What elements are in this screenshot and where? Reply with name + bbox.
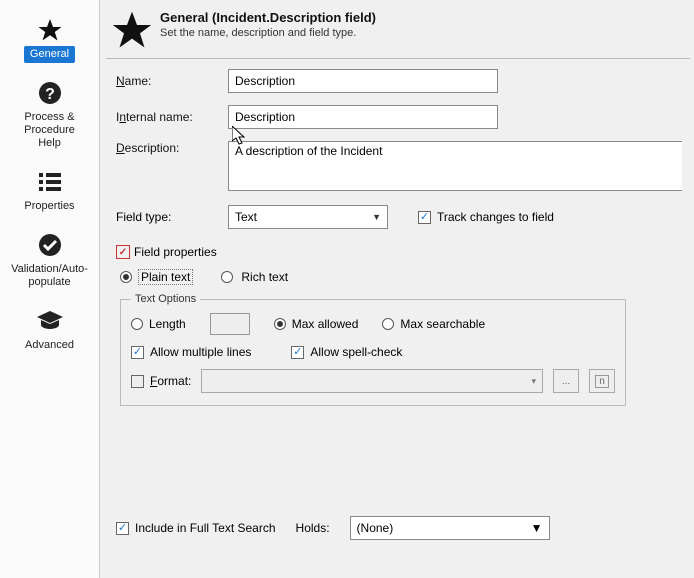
format-n-button[interactable]: n bbox=[589, 369, 615, 393]
field-properties-header: ✓ Field properties bbox=[116, 245, 686, 259]
separator bbox=[106, 58, 690, 59]
page-title: General (Incident.Description field) bbox=[160, 10, 376, 25]
header: General (Incident.Description field) Set… bbox=[100, 0, 694, 58]
name-input[interactable] bbox=[228, 69, 498, 93]
internal-name-label: Internal name: bbox=[116, 110, 228, 124]
format-select: ▾ bbox=[201, 369, 543, 393]
graduation-cap-icon bbox=[36, 307, 64, 335]
chevron-down-icon: ▼ bbox=[372, 212, 381, 222]
star-icon bbox=[112, 10, 152, 50]
field-type-label: Field type: bbox=[116, 210, 228, 224]
name-label: Name: bbox=[116, 74, 228, 88]
sidebar-item-label: Advanced bbox=[19, 337, 80, 354]
question-circle-icon: ? bbox=[36, 79, 64, 107]
check-circle-icon bbox=[36, 231, 64, 259]
holds-value: (None) bbox=[357, 521, 394, 535]
text-options-legend: Text Options bbox=[131, 293, 200, 305]
length-radio[interactable]: Length bbox=[131, 317, 186, 331]
sidebar-item-process-help[interactable]: ? Process & Procedure Help bbox=[5, 75, 95, 156]
main-panel: General (Incident.Description field) Set… bbox=[100, 0, 694, 578]
sidebar-item-general[interactable]: General bbox=[5, 12, 95, 67]
chevron-down-icon: ▾ bbox=[531, 376, 536, 387]
length-input bbox=[210, 313, 250, 335]
plain-text-radio[interactable]: Plain text bbox=[120, 269, 193, 285]
allow-spell-check-checkbox[interactable]: Allow spell-check bbox=[291, 345, 402, 359]
sidebar-item-properties[interactable]: Properties bbox=[5, 164, 95, 219]
chevron-down-icon: ▼ bbox=[531, 521, 543, 535]
sidebar-item-advanced[interactable]: Advanced bbox=[5, 303, 95, 358]
sidebar-item-label: Validation/Auto-populate bbox=[5, 261, 94, 291]
internal-name-input[interactable] bbox=[228, 105, 498, 129]
description-textarea[interactable]: A description of the Incident bbox=[228, 141, 682, 191]
track-changes-checkbox[interactable]: Track changes to field bbox=[418, 210, 554, 224]
description-label: Description: bbox=[116, 141, 228, 155]
holds-label: Holds: bbox=[296, 521, 330, 535]
text-options-group: Text Options Length Max allowed Max sear… bbox=[120, 293, 626, 406]
svg-text:?: ? bbox=[45, 86, 55, 103]
page-subtitle: Set the name, description and field type… bbox=[160, 27, 376, 39]
sidebar: General ? Process & Procedure Help Prope… bbox=[0, 0, 100, 578]
allow-multiple-lines-checkbox[interactable]: Allow multiple lines bbox=[131, 345, 251, 359]
checkbox-marker-icon: ✓ bbox=[116, 245, 130, 259]
format-checkbox[interactable]: Format: bbox=[131, 374, 191, 388]
max-searchable-radio[interactable]: Max searchable bbox=[382, 317, 485, 331]
field-type-select[interactable]: Text ▼ bbox=[228, 205, 388, 229]
include-full-text-checkbox[interactable]: Include in Full Text Search bbox=[116, 521, 276, 535]
rich-text-radio[interactable]: Rich text bbox=[221, 269, 290, 285]
holds-select[interactable]: (None) ▼ bbox=[350, 516, 550, 540]
sidebar-item-validation[interactable]: Validation/Auto-populate bbox=[5, 227, 95, 295]
format-browse-button[interactable]: ... bbox=[553, 369, 579, 393]
max-allowed-radio[interactable]: Max allowed bbox=[274, 317, 359, 331]
star-icon bbox=[36, 16, 64, 44]
sidebar-item-label: General bbox=[24, 46, 75, 63]
field-type-value: Text bbox=[235, 210, 257, 224]
sidebar-item-label: Properties bbox=[18, 198, 80, 215]
sidebar-item-label: Process & Procedure Help bbox=[7, 109, 93, 152]
list-icon bbox=[36, 168, 64, 196]
